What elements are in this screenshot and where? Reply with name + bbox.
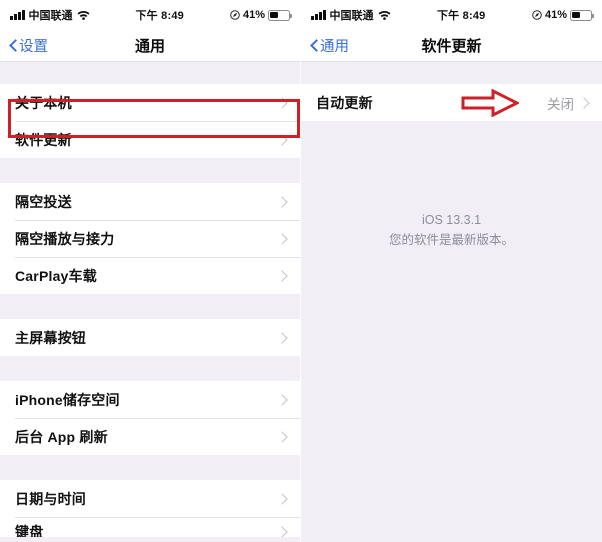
list-item-about[interactable]: 关于本机: [0, 84, 300, 121]
general-settings-list: 关于本机 软件更新 隔空投送 隔空播放与接力 CarPlay车载 主屏幕按钮 i…: [0, 62, 300, 537]
chevron-right-icon: [279, 133, 288, 147]
right-screen-software-update: 中国联通 下午 8:49 41% 通用 软件更新 自动更新 关闭 iOS 13.…: [301, 0, 602, 542]
location-arrow-icon: [532, 10, 542, 20]
list-item-software-update[interactable]: 软件更新: [0, 121, 300, 158]
left-nav-bar: 设置 通用: [0, 30, 300, 62]
update-status-message: iOS 13.3.1 您的软件是最新版本。: [301, 210, 602, 250]
list-gap: [0, 158, 300, 183]
status-bar-time: 下午 8:49: [436, 10, 486, 22]
chevron-right-icon: [279, 232, 288, 246]
list-item-iphone-storage[interactable]: iPhone储存空间: [0, 381, 300, 418]
list-item-label: 关于本机: [15, 94, 72, 111]
chevron-right-icon: [279, 96, 288, 110]
status-bar-left-group: 中国联通: [311, 7, 391, 23]
back-button-general[interactable]: 通用: [301, 35, 349, 56]
chevron-right-icon: [279, 430, 288, 444]
chevron-right-icon: [581, 96, 590, 110]
chevron-left-icon: [310, 39, 318, 52]
battery-percent: 41%: [544, 9, 567, 21]
list-item-label: 软件更新: [15, 131, 72, 148]
ios-version-text: iOS 13.3.1: [421, 213, 482, 227]
carrier-name: 中国联通: [28, 10, 73, 22]
signal-bars-icon: [311, 10, 326, 20]
settings-section-home-button: 主屏幕按钮: [0, 319, 300, 356]
list-item-label: 主屏幕按钮: [15, 329, 86, 346]
chevron-right-icon: [279, 492, 288, 506]
location-arrow-icon: [230, 10, 240, 20]
left-screen-general-settings: 中国联通 下午 8:49 41% 设置 通用 关于本机 软件更新 隔空投送 隔空…: [0, 0, 301, 542]
list-item-airplay-handoff[interactable]: 隔空播放与接力: [0, 220, 300, 257]
list-item-label: iPhone储存空间: [15, 391, 120, 408]
battery-icon: [570, 9, 595, 21]
left-status-bar: 中国联通 下午 8:49 41%: [0, 0, 300, 30]
list-item-label: 键盘: [15, 524, 44, 537]
list-item-label: 隔空播放与接力: [15, 230, 115, 247]
list-item-label: 后台 App 刷新: [15, 428, 108, 445]
list-item-keyboard[interactable]: 键盘: [0, 517, 300, 537]
right-nav-bar: 通用 软件更新: [301, 30, 602, 62]
list-item-date-time[interactable]: 日期与时间: [0, 480, 300, 517]
list-item-label: 日期与时间: [15, 490, 86, 507]
list-gap: [0, 455, 300, 480]
status-bar-right-group: 41%: [532, 9, 595, 21]
list-item-background-app-refresh[interactable]: 后台 App 刷新: [0, 418, 300, 455]
wifi-icon: [77, 10, 90, 20]
list-item-home-button[interactable]: 主屏幕按钮: [0, 319, 300, 356]
list-item-label: 隔空投送: [15, 193, 72, 210]
settings-section-connectivity: 隔空投送 隔空播放与接力 CarPlay车载: [0, 183, 300, 294]
list-gap: [0, 294, 300, 319]
up-to-date-text: 您的软件是最新版本。: [388, 233, 514, 247]
list-item-automatic-updates[interactable]: 自动更新 关闭: [301, 84, 602, 121]
carrier-name: 中国联通: [329, 10, 374, 22]
chevron-right-icon: [279, 393, 288, 407]
chevron-right-icon: [279, 331, 288, 345]
list-item-carplay[interactable]: CarPlay车载: [0, 257, 300, 294]
settings-section-storage: iPhone储存空间 后台 App 刷新: [0, 381, 300, 455]
chevron-right-icon: [279, 195, 288, 209]
right-status-bar: 中国联通 下午 8:49 41%: [301, 0, 602, 30]
list-item-label: CarPlay车载: [15, 267, 97, 284]
chevron-left-icon: [9, 39, 17, 52]
status-bar-left-group: 中国联通: [10, 7, 90, 23]
settings-section-datetime: 日期与时间 键盘: [0, 480, 300, 537]
auto-update-section: 自动更新 关闭: [301, 84, 602, 121]
battery-percent: 41%: [242, 9, 265, 21]
wifi-icon: [378, 10, 391, 20]
list-top-gap: [301, 62, 602, 84]
chevron-right-icon: [279, 525, 288, 537]
chevron-right-icon: [279, 269, 288, 283]
back-button-label: 设置: [19, 39, 48, 55]
settings-section-device: 关于本机 软件更新: [0, 84, 300, 158]
list-item-label: 自动更新: [316, 94, 373, 111]
list-gap: [0, 356, 300, 381]
battery-icon: [268, 9, 293, 21]
dual-screenshot-container: 中国联通 下午 8:49 41% 设置 通用 关于本机 软件更新 隔空投送 隔空…: [0, 0, 602, 542]
list-top-gap: [0, 62, 300, 84]
signal-bars-icon: [10, 10, 25, 20]
back-button-settings[interactable]: 设置: [0, 35, 48, 56]
list-item-airdrop[interactable]: 隔空投送: [0, 183, 300, 220]
status-bar-right-group: 41%: [230, 9, 293, 21]
software-update-body: 自动更新 关闭 iOS 13.3.1 您的软件是最新版本。: [301, 62, 602, 542]
status-bar-time: 下午 8:49: [135, 10, 184, 22]
back-button-label: 通用: [320, 39, 349, 55]
auto-update-value: 关闭: [547, 96, 574, 112]
